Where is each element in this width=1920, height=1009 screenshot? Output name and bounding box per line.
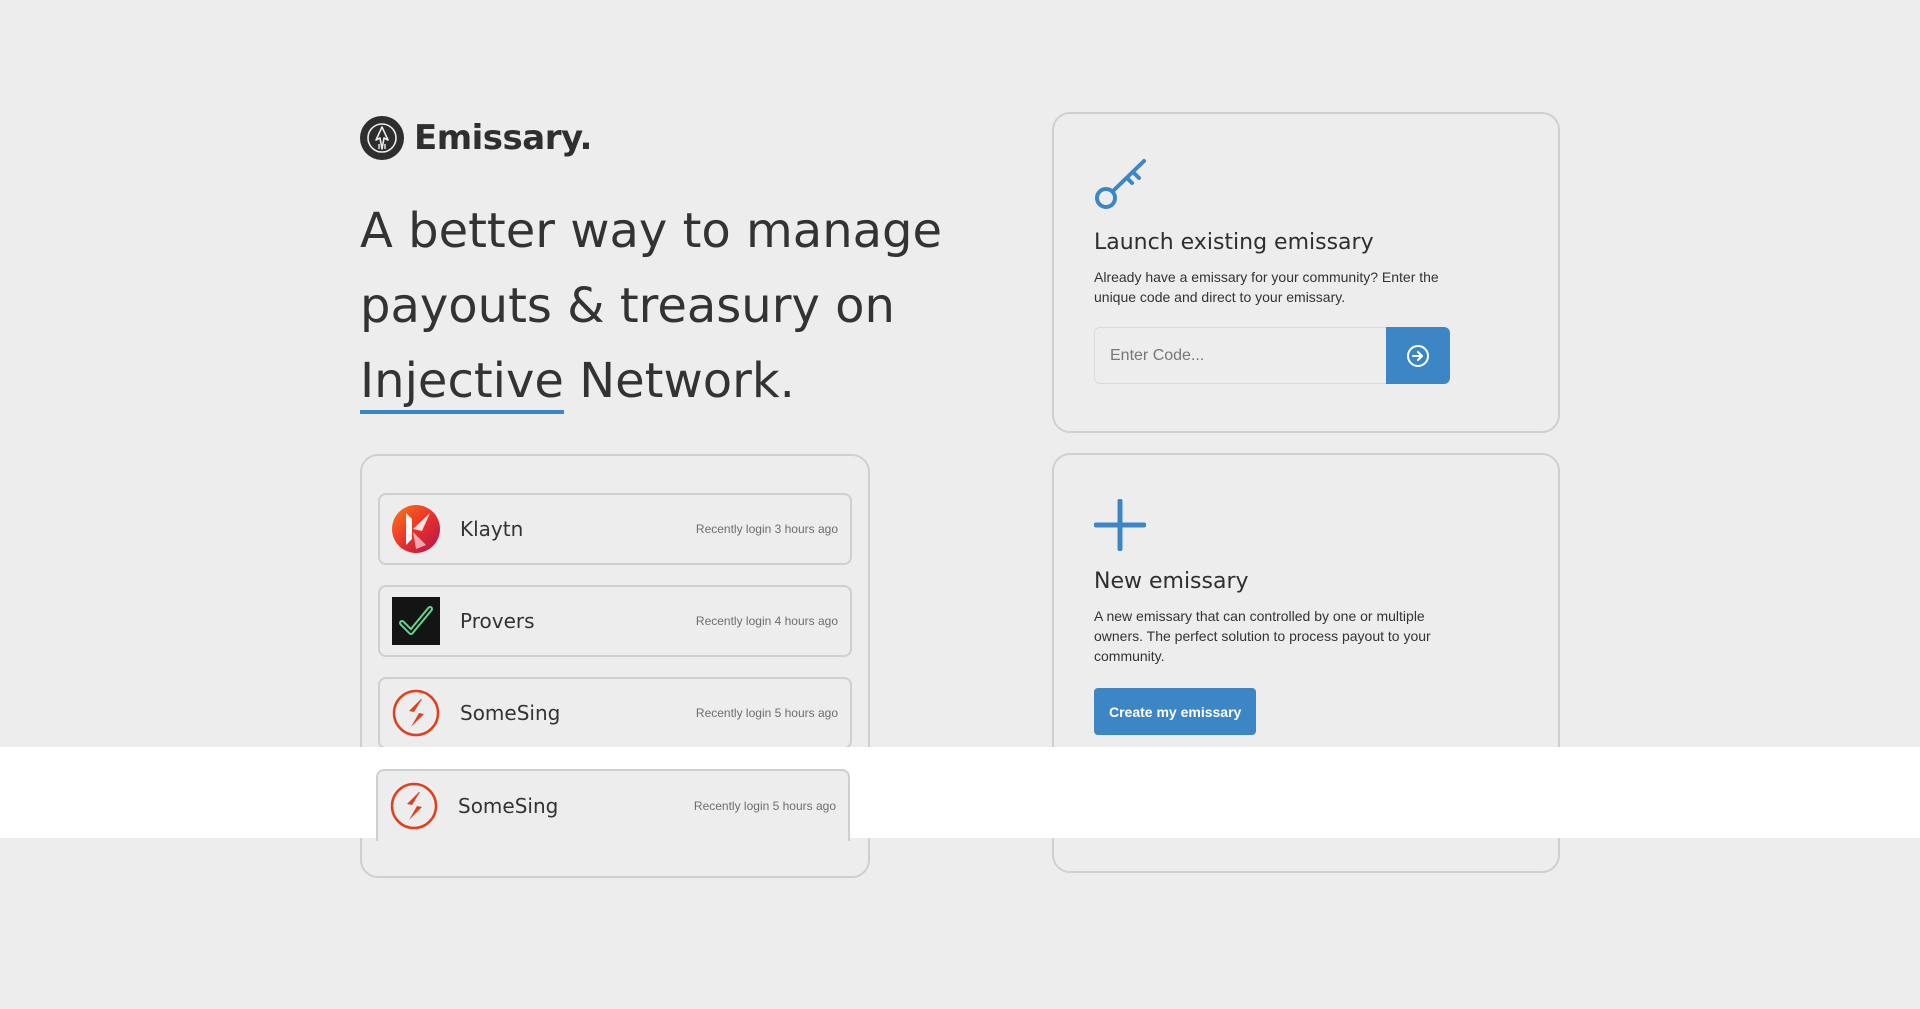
new-card-title: New emissary <box>1094 569 1249 594</box>
arrow-right-circle-icon <box>1406 344 1430 368</box>
recent-login-name: SomeSing <box>458 794 559 818</box>
launch-card-description: Already have a emissary for your communi… <box>1094 269 1439 305</box>
recent-logins-list: Klaytn Recently login 3 hours ago Prover… <box>378 493 852 769</box>
brand-name: Emissary. <box>414 118 592 158</box>
launch-existing-card: Launch existing emissary Already have a … <box>1052 112 1560 433</box>
recent-login-item[interactable]: Provers Recently login 4 hours ago <box>378 585 852 657</box>
new-emissary-card: New emissary A new emissary that can con… <box>1052 453 1560 873</box>
klaytn-logo-icon <box>392 505 440 553</box>
recent-login-item[interactable]: Klaytn Recently login 3 hours ago <box>378 493 852 565</box>
code-submit-button[interactable] <box>1386 327 1450 384</box>
recent-login-name: Provers <box>460 609 535 633</box>
recent-login-name: SomeSing <box>460 701 561 725</box>
provers-logo-icon <box>392 597 440 645</box>
key-icon <box>1094 158 1518 212</box>
recent-login-time: Recently login 5 hours ago <box>695 706 838 720</box>
plus-icon <box>1093 498 1518 552</box>
launch-card-content: Launch existing emissary Already have a … <box>1094 158 1518 384</box>
brand[interactable]: Emissary. <box>360 116 592 160</box>
recent-login-time: Recently login 4 hours ago <box>695 614 838 628</box>
headline-highlight: Injective <box>360 353 564 414</box>
create-emissary-button[interactable]: Create my emissary <box>1094 688 1257 735</box>
somesing-logo-icon <box>390 782 438 830</box>
band-recent-item: SomeSing Recently login 5 hours ago <box>360 747 870 841</box>
recent-login-time: Recently login 3 hours ago <box>695 522 838 536</box>
recent-login-item[interactable]: SomeSing Recently login 5 hours ago <box>376 769 850 841</box>
recent-login-item[interactable]: SomeSing Recently login 5 hours ago <box>378 677 852 749</box>
headline-line-3: Network. <box>563 353 795 409</box>
code-input[interactable] <box>1094 327 1386 384</box>
new-card-content: New emissary A new emissary that can con… <box>1093 498 1518 735</box>
somesing-logo-icon <box>392 689 440 737</box>
overlay-band <box>0 747 1920 838</box>
emissary-logo-icon <box>360 116 404 160</box>
launch-card-title: Launch existing emissary <box>1094 230 1374 255</box>
recent-login-time: Recently login 5 hours ago <box>693 799 836 813</box>
new-card-description: A new emissary that can controlled by on… <box>1094 608 1431 664</box>
headline: A better way to manage payouts & treasur… <box>360 194 960 419</box>
recent-login-name: Klaytn <box>460 517 524 541</box>
code-form <box>1094 327 1450 384</box>
headline-line-1: A better way to manage <box>360 203 943 259</box>
headline-line-2: payouts & treasury on <box>360 278 895 334</box>
